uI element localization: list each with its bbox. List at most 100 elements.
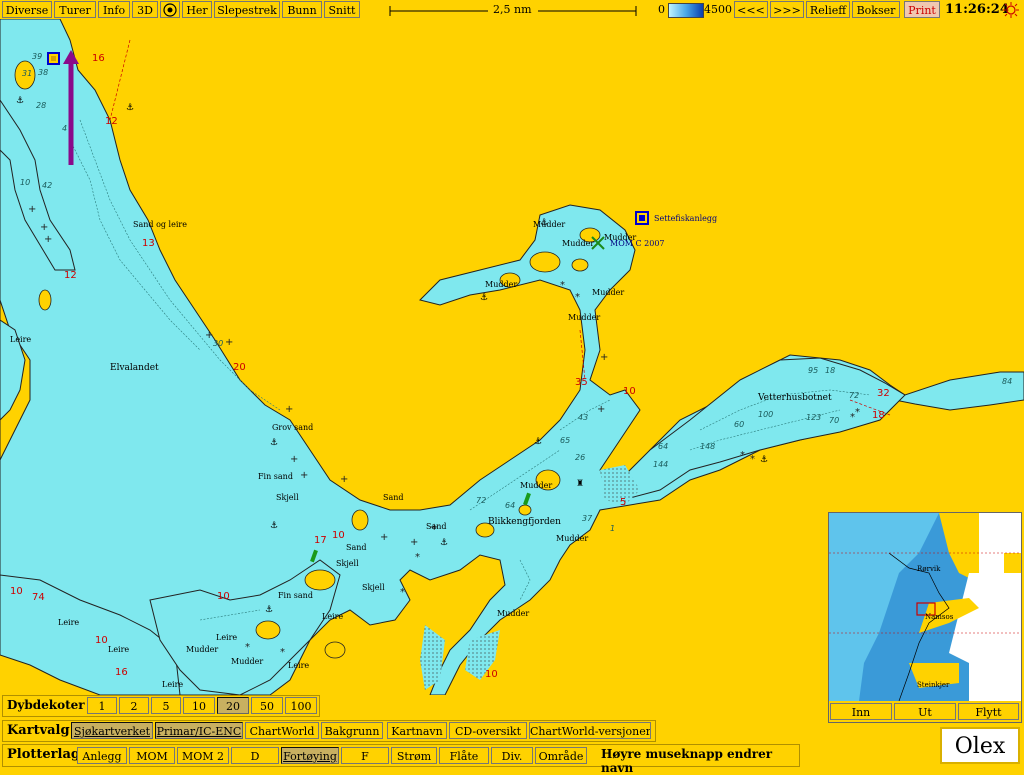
seabed-label: Skjell: [276, 493, 299, 502]
depth-label: 64: [505, 501, 515, 510]
move-button[interactable]: Flytt: [958, 703, 1019, 720]
fortoying-button[interactable]: Fortøying: [281, 747, 339, 764]
contour-label: 32: [877, 388, 890, 399]
relieff-button[interactable]: Relieff: [806, 1, 850, 18]
print-button[interactable]: Print: [904, 1, 940, 18]
next-button[interactable]: >>>: [770, 1, 804, 18]
depth-label: 28: [36, 101, 46, 110]
turer-button[interactable]: Turer: [54, 1, 96, 18]
mom-button[interactable]: MOM: [129, 747, 175, 764]
f-button[interactable]: F: [341, 747, 389, 764]
diverse-button[interactable]: Diverse: [2, 1, 52, 18]
plotter-layers-label: Plotterlag: [7, 747, 80, 762]
svg-text:+: +: [600, 352, 608, 363]
contour-label: 13: [142, 238, 155, 249]
depth-label: 30: [213, 339, 223, 348]
seabed-label: Fin sand: [278, 591, 313, 600]
svg-text:♜: ♜: [576, 479, 584, 489]
contour-50-button[interactable]: 50: [251, 697, 283, 714]
cd-oversikt-button[interactable]: CD-oversikt: [449, 722, 527, 739]
sun-icon[interactable]: [1003, 2, 1019, 18]
chartworld-versions-button[interactable]: ChartWorld-versjoner: [529, 722, 651, 739]
depth-label: 65: [560, 436, 570, 445]
depth-label: 31: [22, 69, 32, 78]
contour-label: 16: [92, 53, 105, 64]
chart-source-panel: Kartvalg Sjøkartverket Primar/IC-ENC Cha…: [2, 720, 656, 742]
contour-label: 16: [115, 667, 128, 678]
target-icon: [163, 3, 177, 17]
seabed-label: Leire: [58, 618, 79, 627]
depth-label: 43: [578, 413, 588, 422]
zoom-in-button[interactable]: Inn: [830, 703, 892, 720]
info-button[interactable]: Info: [98, 1, 130, 18]
seabed-label: Leire: [10, 335, 31, 344]
bunn-button[interactable]: Bunn: [282, 1, 322, 18]
contour-label: 18: [872, 410, 885, 421]
contour-2-button[interactable]: 2: [119, 697, 149, 714]
svg-text:⚓: ⚓: [760, 455, 768, 465]
svg-text:⚓: ⚓: [126, 103, 134, 113]
olex-logo: Olex: [940, 727, 1020, 764]
seabed-label: Grov sand: [272, 423, 313, 432]
seabed-label: Sand og leire: [133, 220, 187, 229]
zoom-out-button[interactable]: Ut: [894, 703, 956, 720]
svg-text:*: *: [575, 292, 580, 303]
contour-100-button[interactable]: 100: [285, 697, 317, 714]
svg-text:+: +: [410, 537, 418, 548]
contour-label: 17: [314, 535, 327, 546]
strom-button[interactable]: Strøm: [391, 747, 437, 764]
sjokartverket-button[interactable]: Sjøkartverket: [71, 722, 153, 739]
primar-enc-button[interactable]: Primar/IC-ENC: [155, 722, 243, 739]
seabed-label: Sand: [383, 493, 404, 502]
contour-10-button[interactable]: 10: [183, 697, 215, 714]
contour-5-button[interactable]: 5: [151, 697, 181, 714]
svg-text:⚓: ⚓: [534, 437, 542, 447]
seabed-label: Mudder: [533, 220, 565, 229]
contour-label: 10: [332, 530, 345, 541]
svg-text:⚓: ⚓: [265, 605, 273, 615]
svg-text:+: +: [40, 222, 48, 233]
d-button[interactable]: D: [231, 747, 279, 764]
depth-label: 123: [806, 413, 821, 422]
bakgrunn-button[interactable]: Bakgrunn: [321, 722, 383, 739]
prev-button[interactable]: <<<: [734, 1, 768, 18]
snitt-button[interactable]: Snitt: [324, 1, 360, 18]
contour-label: 12: [105, 116, 118, 127]
kartnavn-button[interactable]: Kartnavn: [387, 722, 447, 739]
svg-text:*: *: [560, 280, 565, 291]
slepestrek-button[interactable]: Slepestrek: [214, 1, 280, 18]
seabed-label: Mudder: [497, 609, 529, 618]
mom2-button[interactable]: MOM 2: [177, 747, 229, 764]
contour-20-button[interactable]: 20: [217, 697, 249, 714]
depth-label: 4: [62, 124, 67, 133]
depth-label: 100: [758, 410, 773, 419]
seabed-label: Sand: [346, 543, 367, 552]
anlegg-button[interactable]: Anlegg: [77, 747, 127, 764]
plotter-layers-panel: Plotterlag Anlegg MOM MOM 2 D Fortøying …: [2, 744, 800, 775]
div-button[interactable]: Div.: [491, 747, 533, 764]
seabed-label: Leire: [108, 645, 129, 654]
place-label: Blikkengfjorden: [488, 517, 561, 527]
flate-button[interactable]: Flåte: [439, 747, 489, 764]
overview-map-canvas[interactable]: [829, 513, 1021, 701]
contour-label: 35: [575, 377, 588, 388]
3d-button[interactable]: 3D: [132, 1, 158, 18]
contour-label: 20: [233, 362, 246, 373]
depth-contour-label: Dybdekoter: [7, 698, 85, 712]
center-target-button[interactable]: [160, 1, 180, 18]
depth-label: 1: [610, 524, 615, 533]
right-click-hint: Høyre museknapp endrer navn: [601, 747, 773, 775]
svg-text:⚓: ⚓: [440, 538, 448, 548]
chartworld-button[interactable]: ChartWorld: [245, 722, 319, 739]
depth-max: 4500: [704, 3, 732, 16]
seabed-label: Leire: [162, 680, 183, 689]
bokser-button[interactable]: Bokser: [852, 1, 900, 18]
seabed-label: Fin sand: [258, 472, 293, 481]
her-button[interactable]: Her: [182, 1, 212, 18]
overview-map[interactable]: Rørvik Namsos Steinkjer Inn Ut Flytt: [828, 512, 1022, 723]
depth-gradient: [668, 3, 704, 18]
svg-text:*: *: [400, 587, 405, 598]
contour-1-button[interactable]: 1: [87, 697, 117, 714]
omrade-button[interactable]: Område: [535, 747, 587, 764]
depth-label: 42: [42, 181, 52, 190]
